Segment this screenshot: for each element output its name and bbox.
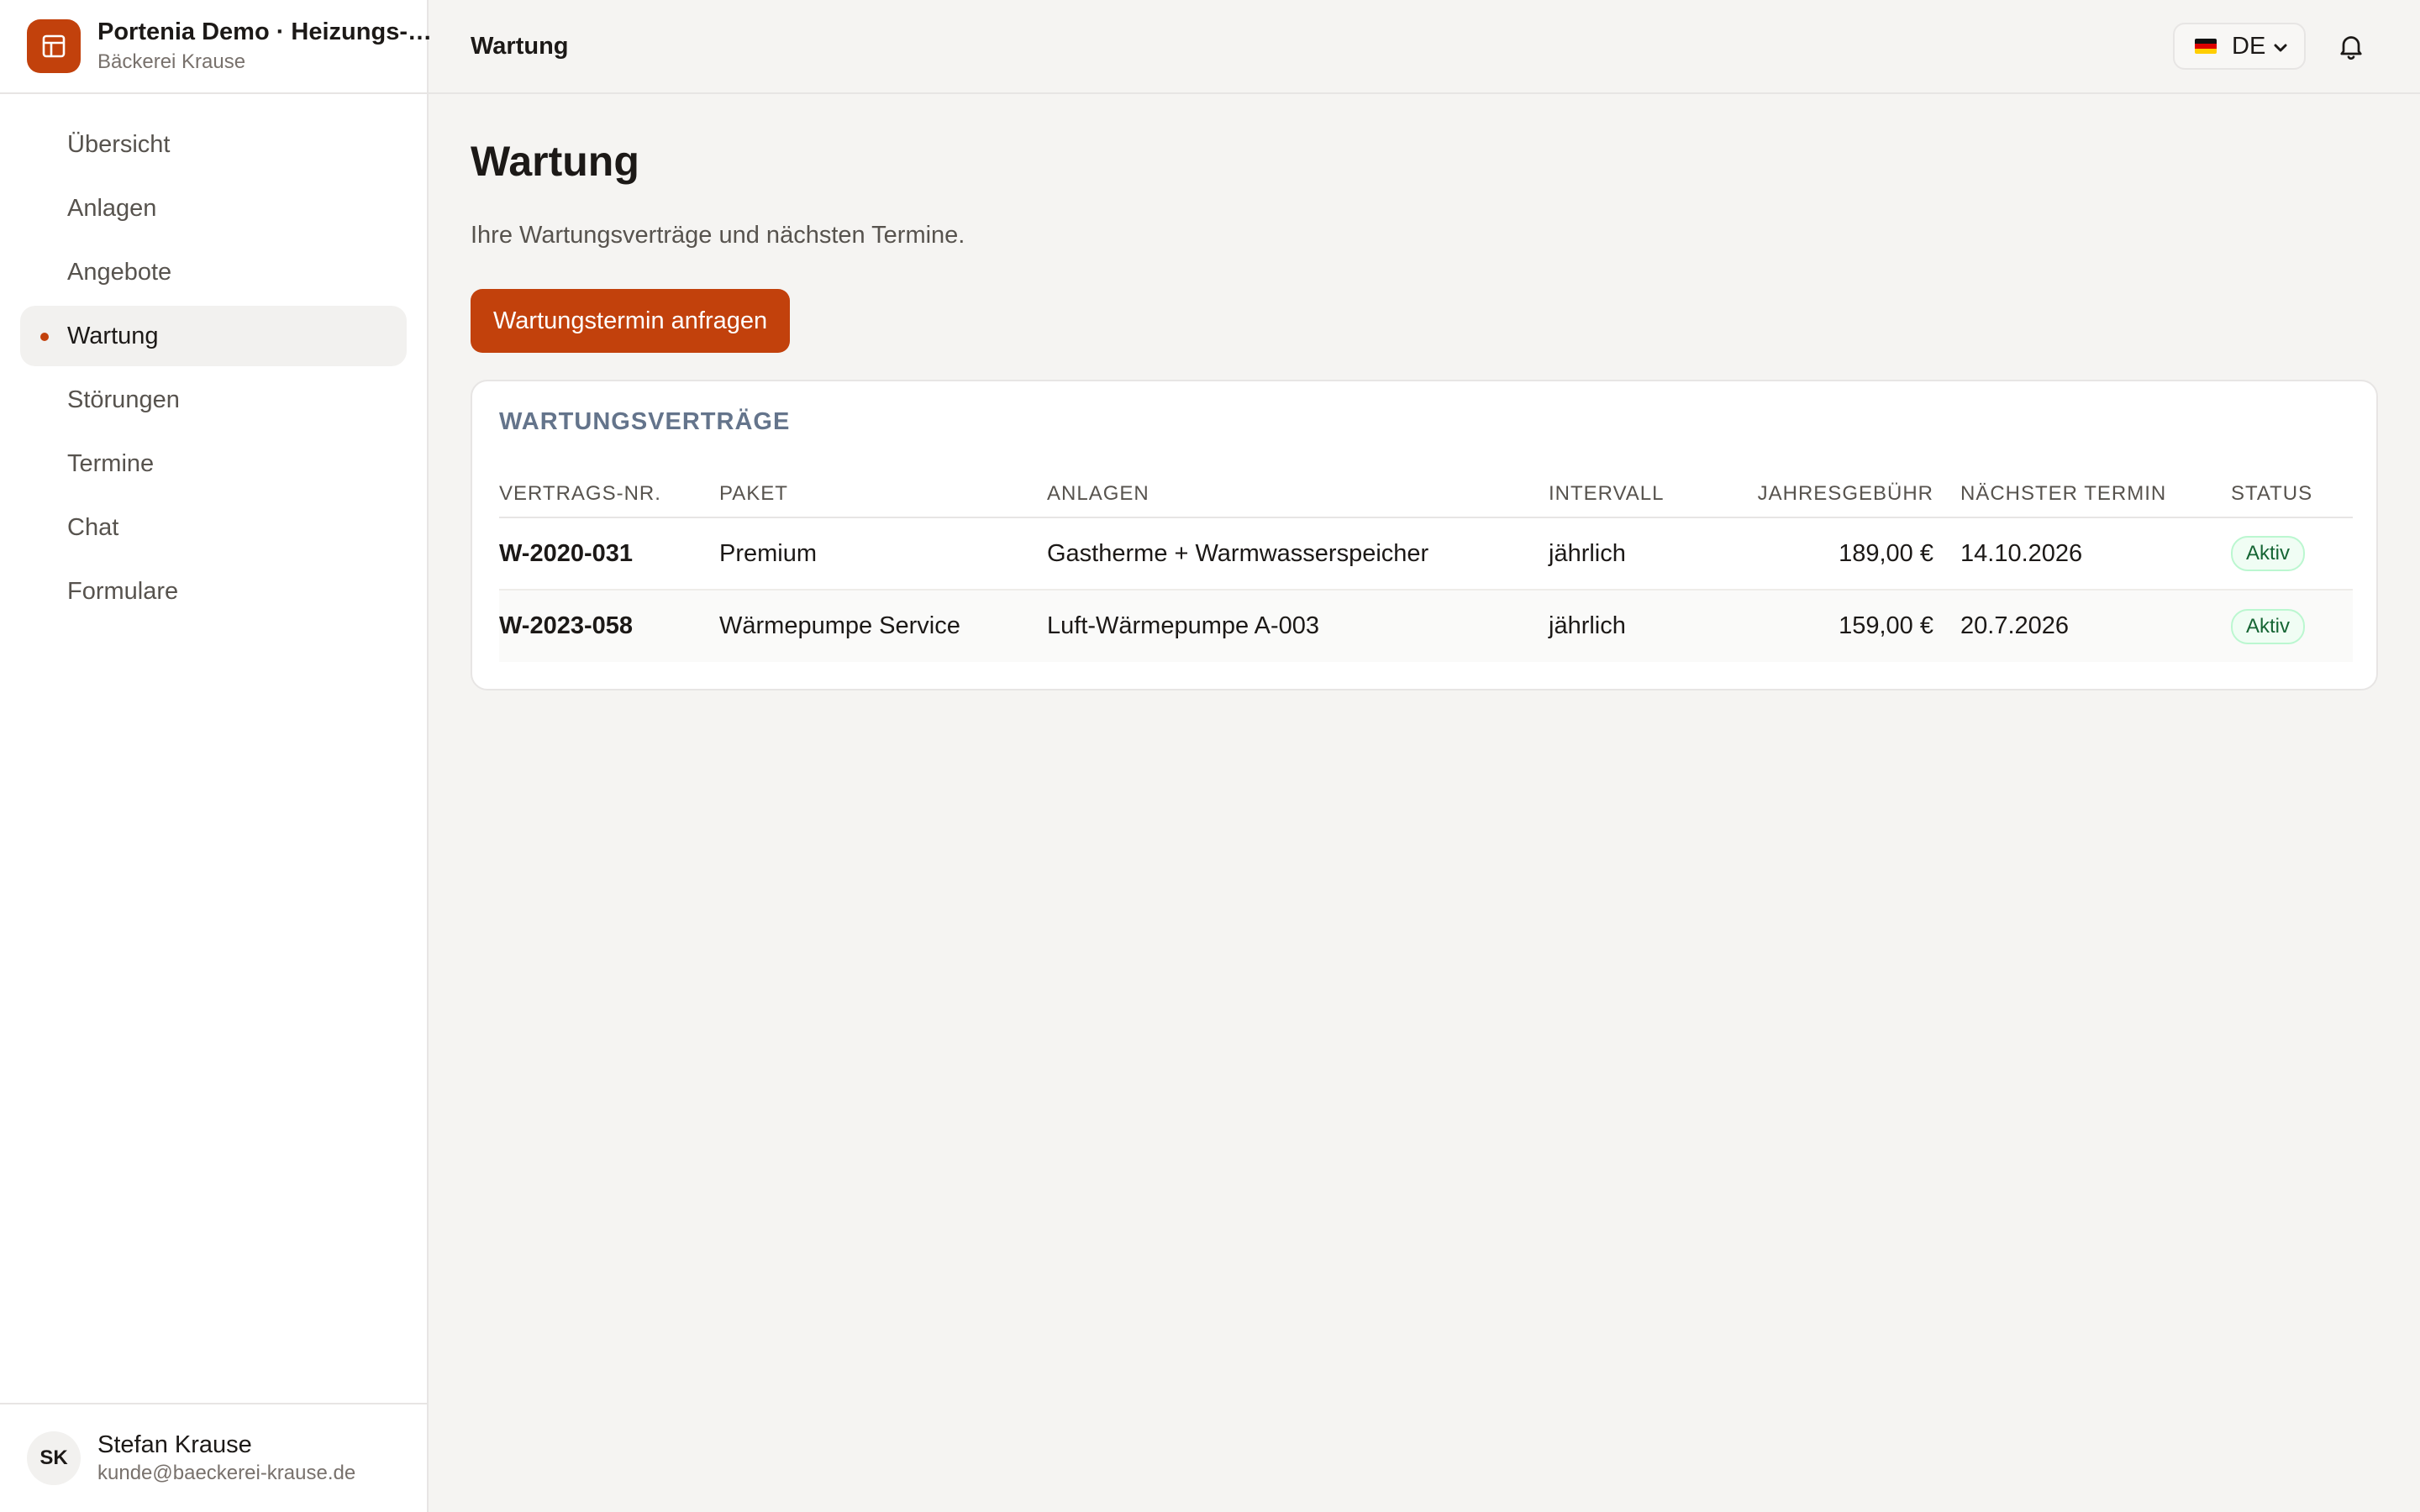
contract-interval: jährlich <box>1549 517 1717 591</box>
sidebar-item-chat[interactable]: Chat <box>20 497 407 558</box>
sidebar-item-label: Störungen <box>67 386 180 413</box>
contract-package: Wärmepumpe Service <box>719 590 1047 662</box>
app-subtitle: Bäckerei Krause <box>97 50 246 73</box>
page-title: Wartung <box>471 138 639 185</box>
chevron-down-icon <box>2274 44 2287 52</box>
column-header: JAHRESGEBÜHR <box>1717 470 1960 518</box>
user-name: Stefan Krause <box>97 1431 252 1458</box>
table-row[interactable]: W-2020-031 Premium Gastherme + Warmwasse… <box>499 517 2353 591</box>
sidebar-item-label: Angebote <box>67 258 172 286</box>
sidebar-item-termine[interactable]: Termine <box>20 433 407 494</box>
contract-status-cell: Aktiv <box>2231 517 2353 591</box>
sidebar-item-wartung[interactable]: Wartung <box>20 306 407 366</box>
column-header: PAKET <box>719 470 1047 518</box>
column-header: ANLAGEN <box>1047 470 1549 518</box>
main-content: Wartung Ihre Wartungsverträge und nächst… <box>471 94 2378 690</box>
contract-next-date: 14.10.2026 <box>1960 517 2231 591</box>
sidebar-nav: Übersicht Anlagen Angebote Wartung Störu… <box>0 94 427 622</box>
status-badge: Aktiv <box>2231 608 2306 644</box>
app-title: Portenia Demo · Heizungs- und Sanitärtec… <box>97 18 434 45</box>
sidebar-item-label: Anlagen <box>67 194 157 222</box>
table-row[interactable]: W-2023-058 Wärmepumpe Service Luft-Wärme… <box>499 590 2353 662</box>
contract-id: W-2023-058 <box>499 590 719 662</box>
active-indicator-dot <box>40 333 49 341</box>
sidebar-item-label: Wartung <box>67 322 159 349</box>
contract-fee: 159,00 € <box>1717 590 1960 662</box>
brand-header[interactable]: Portenia Demo · Heizungs- und Sanitärtec… <box>0 0 434 94</box>
sidebar-item-label: Chat <box>67 513 119 541</box>
topbar-title: Wartung <box>471 32 569 60</box>
sidebar-item-uebersicht[interactable]: Übersicht <box>20 114 407 175</box>
contract-systems: Gastherme + Warmwasserspeicher <box>1047 517 1549 591</box>
contracts-table: VERTRAGS-NR. PAKET ANLAGEN INTERVALL JAH… <box>499 470 2353 662</box>
language-select[interactable]: DE <box>2173 23 2306 70</box>
building-icon <box>27 19 81 73</box>
table-header-row: VERTRAGS-NR. PAKET ANLAGEN INTERVALL JAH… <box>499 470 2353 518</box>
column-header: NÄCHSTER TERMIN <box>1960 470 2231 518</box>
topbar: Wartung DE <box>429 0 2420 94</box>
request-maintenance-button[interactable]: Wartungstermin anfragen <box>471 289 791 353</box>
page-subtitle: Ihre Wartungsverträge und nächsten Termi… <box>471 222 965 249</box>
contracts-card: WARTUNGSVERTRÄGE VERTRAGS-NR. PAKET ANLA… <box>471 380 2378 690</box>
language-code: DE <box>2232 32 2266 60</box>
column-header: INTERVALL <box>1549 470 1717 518</box>
sidebar-item-label: Übersicht <box>67 130 171 158</box>
bell-icon <box>2340 36 2362 60</box>
notifications-button[interactable] <box>2336 31 2366 66</box>
sidebar-item-formulare[interactable]: Formulare <box>20 561 407 622</box>
sidebar-item-label: Formulare <box>67 577 179 605</box>
contract-next-date: 20.7.2026 <box>1960 590 2231 662</box>
column-header: STATUS <box>2231 470 2353 518</box>
contract-package: Premium <box>719 517 1047 591</box>
de-flag-icon <box>2195 39 2217 54</box>
contract-interval: jährlich <box>1549 590 1717 662</box>
contract-systems: Luft-Wärmepumpe A-003 <box>1047 590 1549 662</box>
sidebar: Portenia Demo · Heizungs- und Sanitärtec… <box>0 0 434 1512</box>
sidebar-item-angebote[interactable]: Angebote <box>20 242 407 302</box>
user-email: kunde@baeckerei-krause.de <box>97 1462 356 1484</box>
column-header: VERTRAGS-NR. <box>499 470 719 518</box>
user-profile[interactable]: SK Stefan Krause kunde@baeckerei-krause.… <box>0 1403 427 1512</box>
contracts-title: WARTUNGSVERTRÄGE <box>499 408 791 435</box>
sidebar-item-stoerungen[interactable]: Störungen <box>20 370 407 430</box>
status-badge: Aktiv <box>2231 536 2306 571</box>
avatar: SK <box>27 1431 81 1485</box>
contract-id: W-2020-031 <box>499 517 719 591</box>
sidebar-item-anlagen[interactable]: Anlagen <box>20 178 407 239</box>
contract-fee: 189,00 € <box>1717 517 1960 591</box>
sidebar-item-label: Termine <box>67 449 155 477</box>
contract-status-cell: Aktiv <box>2231 590 2353 662</box>
